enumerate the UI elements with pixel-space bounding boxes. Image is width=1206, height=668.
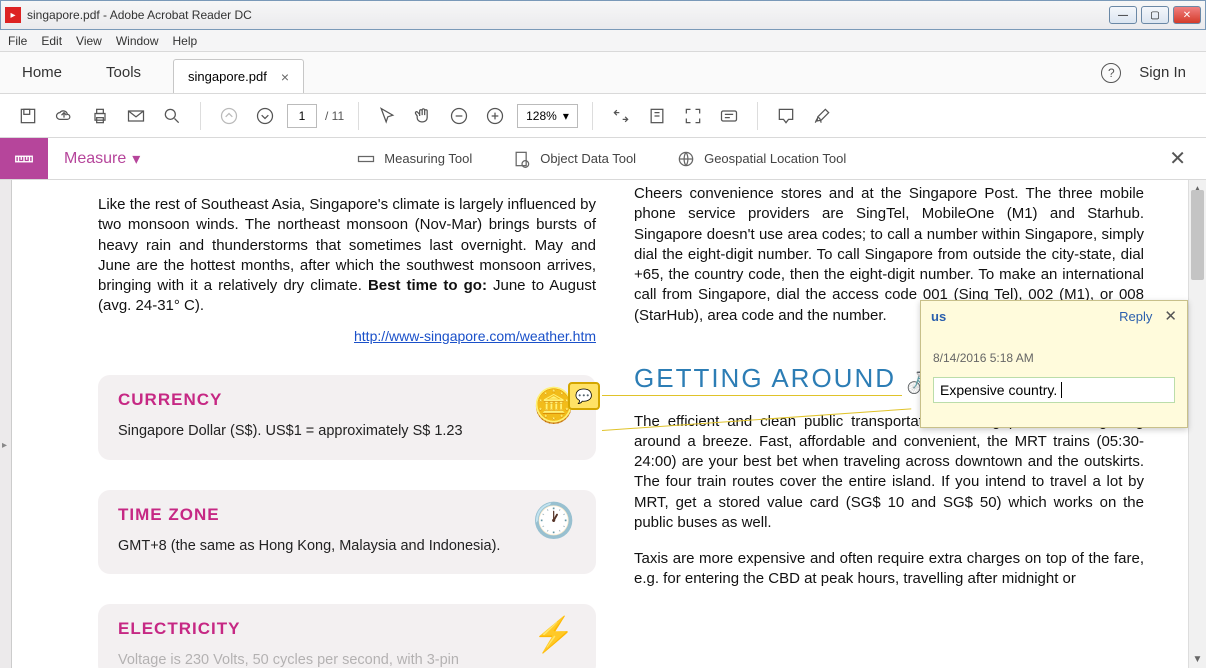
sign-icon[interactable] xyxy=(808,102,836,130)
currency-card: CURRENCY Singapore Dollar (S$). US$1 = a… xyxy=(98,375,596,460)
scroll-down-arrow[interactable]: ▼ xyxy=(1189,650,1206,668)
scroll-thumb[interactable] xyxy=(1191,190,1204,280)
tab-row: Home Tools singapore.pdf × ? Sign In xyxy=(0,52,1206,94)
window-title: singapore.pdf - Adobe Acrobat Reader DC xyxy=(27,8,1109,22)
main-toolbar: / 11 128% ▾ xyxy=(0,94,1206,138)
document-area: Like the rest of Southeast Asia, Singapo… xyxy=(0,180,1206,668)
annotation-connector xyxy=(602,395,902,396)
measure-title-dropdown[interactable]: Measure▾ xyxy=(48,138,156,179)
menu-view[interactable]: View xyxy=(76,34,102,48)
comment-timestamp: 8/14/2016 5:18 AM xyxy=(921,331,1187,371)
object-data-tool-button[interactable]: Object Data Tool xyxy=(512,149,636,169)
page-total-label: / 11 xyxy=(325,109,344,123)
getting-around-p1: The efficient and clean public transport… xyxy=(634,412,1144,534)
sign-in-link[interactable]: Sign In xyxy=(1139,64,1186,81)
plug-icon: ⚡ xyxy=(530,612,578,660)
comment-close-button[interactable]: ✕ xyxy=(1164,307,1177,325)
close-button[interactable]: ✕ xyxy=(1173,6,1201,24)
timezone-card: TIME ZONE GMT+8 (the same as Hong Kong, … xyxy=(98,490,596,575)
select-arrow-icon[interactable] xyxy=(373,102,401,130)
mail-icon[interactable] xyxy=(122,102,150,130)
menu-edit[interactable]: Edit xyxy=(41,34,62,48)
measure-close-button[interactable]: ✕ xyxy=(1149,138,1206,179)
currency-body: Singapore Dollar (S$). US$1 = approximat… xyxy=(118,422,576,442)
clock-icon: 🕐 xyxy=(530,498,578,546)
search-icon[interactable] xyxy=(158,102,186,130)
weather-link[interactable]: http://www-singapore.com/weather.htm xyxy=(98,327,596,346)
navigation-pane-toggle[interactable] xyxy=(0,180,12,668)
tab-tools[interactable]: Tools xyxy=(84,51,163,93)
comment-author: us xyxy=(931,309,946,324)
tab-home[interactable]: Home xyxy=(0,51,84,93)
geospatial-tool-button[interactable]: Geospatial Location Tool xyxy=(676,149,846,169)
currency-heading: CURRENCY xyxy=(118,389,576,412)
comment-popup: us Reply ✕ 8/14/2016 5:18 AM Expensive c… xyxy=(920,300,1188,428)
save-icon[interactable] xyxy=(14,102,42,130)
menu-help[interactable]: Help xyxy=(173,34,198,48)
tab-document[interactable]: singapore.pdf × xyxy=(173,59,304,93)
climate-paragraph: Like the rest of Southeast Asia, Singapo… xyxy=(98,195,596,317)
sticky-note-annotation[interactable] xyxy=(568,382,600,410)
comment-text-input[interactable]: Expensive country. xyxy=(933,377,1175,403)
menu-bar: File Edit View Window Help xyxy=(0,30,1206,52)
page-number-input[interactable] xyxy=(287,104,317,128)
page-content: Like the rest of Southeast Asia, Singapo… xyxy=(12,180,1206,668)
print-icon[interactable] xyxy=(86,102,114,130)
tab-document-label: singapore.pdf xyxy=(188,69,267,84)
page-down-icon[interactable] xyxy=(251,102,279,130)
zoom-level-label: 128% xyxy=(526,109,557,123)
zoom-in-icon[interactable] xyxy=(481,102,509,130)
zoom-out-icon[interactable] xyxy=(445,102,473,130)
fit-width-icon[interactable] xyxy=(607,102,635,130)
chevron-down-icon: ▾ xyxy=(563,109,569,123)
cloud-icon[interactable] xyxy=(50,102,78,130)
page-up-icon[interactable] xyxy=(215,102,243,130)
electricity-body: Voltage is 230 Volts, 50 cycles per seco… xyxy=(118,651,576,668)
title-bar: singapore.pdf - Adobe Acrobat Reader DC … xyxy=(0,0,1206,30)
hand-icon[interactable] xyxy=(409,102,437,130)
measure-badge-icon[interactable] xyxy=(0,138,48,179)
read-mode-icon[interactable] xyxy=(715,102,743,130)
vertical-scrollbar[interactable]: ▲ ▼ xyxy=(1188,180,1206,668)
maximize-button[interactable]: ▢ xyxy=(1141,6,1169,24)
app-icon xyxy=(5,7,21,23)
measure-toolbar: Measure▾ Measuring Tool Object Data Tool… xyxy=(0,138,1206,180)
menu-file[interactable]: File xyxy=(8,34,27,48)
menu-window[interactable]: Window xyxy=(116,34,159,48)
measuring-tool-button[interactable]: Measuring Tool xyxy=(356,149,472,169)
chevron-down-icon: ▾ xyxy=(132,149,140,169)
minimize-button[interactable]: — xyxy=(1109,6,1137,24)
electricity-heading: ELECTRICITY xyxy=(118,618,576,641)
comment-icon[interactable] xyxy=(772,102,800,130)
timezone-heading: TIME ZONE xyxy=(118,504,576,527)
electricity-card: ELECTRICITY Voltage is 230 Volts, 50 cyc… xyxy=(98,604,596,668)
zoom-level-dropdown[interactable]: 128% ▾ xyxy=(517,104,578,128)
fit-page-icon[interactable] xyxy=(643,102,671,130)
comment-reply-link[interactable]: Reply xyxy=(1119,309,1152,324)
help-icon[interactable]: ? xyxy=(1101,63,1121,83)
timezone-body: GMT+8 (the same as Hong Kong, Malaysia a… xyxy=(118,537,576,557)
tab-close-icon[interactable]: × xyxy=(281,69,289,85)
getting-around-p2: Taxis are more expensive and often requi… xyxy=(634,549,1144,590)
fullscreen-icon[interactable] xyxy=(679,102,707,130)
